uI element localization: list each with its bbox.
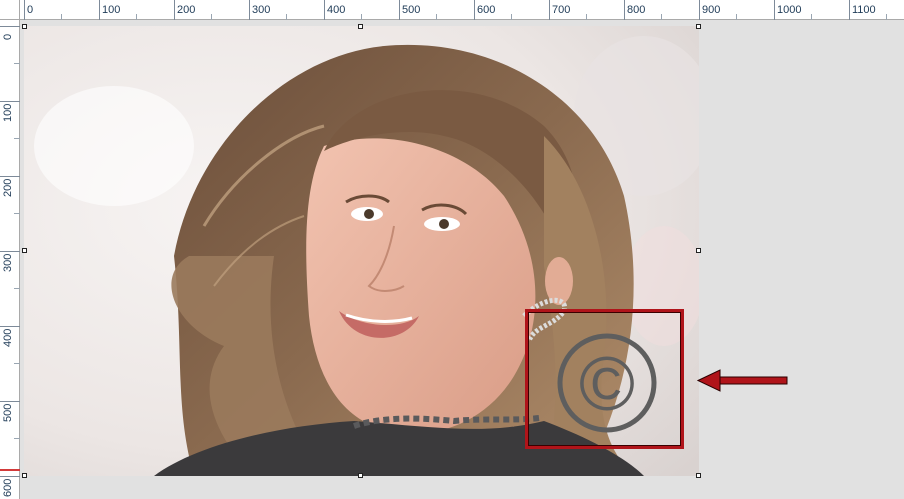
ruler-tick xyxy=(0,26,20,27)
ruler-tick xyxy=(736,14,737,20)
ruler-tick xyxy=(14,288,20,289)
ruler-position-marker xyxy=(0,469,20,471)
ruler-tick xyxy=(549,0,550,20)
ruler-tick xyxy=(14,438,20,439)
ruler-tick xyxy=(24,0,25,20)
vertical-ruler[interactable]: 0 100 200 300 400 500 600 xyxy=(0,0,20,499)
ruler-tick xyxy=(14,363,20,364)
ruler-tick xyxy=(249,0,250,20)
ruler-tick xyxy=(0,101,20,102)
ruler-tick xyxy=(661,14,662,20)
ruler-tick xyxy=(849,0,850,20)
horizontal-ruler[interactable]: 0 100 200 300 400 500 600 700 800 900 10… xyxy=(0,0,904,20)
ruler-label: 1000 xyxy=(777,4,802,16)
ruler-label: 800 xyxy=(627,4,646,16)
ruler-tick xyxy=(436,14,437,20)
ruler-tick xyxy=(136,14,137,20)
ruler-label: 1100 xyxy=(852,4,876,16)
ruler-label: 300 xyxy=(2,253,14,272)
resize-handle-bottom[interactable] xyxy=(358,473,363,478)
ruler-tick xyxy=(0,176,20,177)
left-arrow-icon xyxy=(696,368,790,394)
resize-handle-bottom-left[interactable] xyxy=(22,473,27,478)
ruler-label: 100 xyxy=(102,4,121,16)
ruler-label: 200 xyxy=(177,4,196,16)
ruler-tick xyxy=(14,213,20,214)
ruler-tick xyxy=(361,14,362,20)
ruler-tick xyxy=(286,14,287,20)
ruler-label: 500 xyxy=(2,403,14,422)
ruler-label: 300 xyxy=(252,4,271,16)
ruler-tick xyxy=(0,326,20,327)
ruler-tick xyxy=(174,0,175,20)
ruler-tick xyxy=(14,138,20,139)
ruler-label: 600 xyxy=(2,478,14,497)
ruler-tick xyxy=(61,14,62,20)
ruler-tick xyxy=(624,0,625,20)
ruler-label: 900 xyxy=(702,4,721,16)
resize-handle-left[interactable] xyxy=(22,248,27,253)
resize-handle-top-left[interactable] xyxy=(22,24,27,29)
ruler-tick xyxy=(774,0,775,20)
ruler-tick xyxy=(99,0,100,20)
ruler-label: 500 xyxy=(402,4,421,16)
resize-handle-bottom-right[interactable] xyxy=(696,473,701,478)
ruler-tick xyxy=(586,14,587,20)
ruler-label: 100 xyxy=(2,103,14,122)
resize-handle-top-right[interactable] xyxy=(696,24,701,29)
ruler-label: 600 xyxy=(477,4,496,16)
ruler-tick xyxy=(886,14,887,20)
resize-handle-right[interactable] xyxy=(696,248,701,253)
ruler-tick xyxy=(474,0,475,20)
ruler-tick xyxy=(399,0,400,20)
ruler-tick xyxy=(211,14,212,20)
ruler-tick xyxy=(811,14,812,20)
ruler-tick xyxy=(699,0,700,20)
ruler-label: 400 xyxy=(2,328,14,347)
ruler-tick xyxy=(511,14,512,20)
watermark-highlight-box xyxy=(525,309,684,449)
ruler-tick xyxy=(0,476,20,477)
ruler-label: 700 xyxy=(552,4,571,16)
ruler-label: 0 xyxy=(27,4,34,16)
ruler-label: 200 xyxy=(2,178,14,197)
resize-handle-top[interactable] xyxy=(358,24,363,29)
ruler-corner xyxy=(0,0,20,20)
ruler-label: 0 xyxy=(2,33,14,40)
ruler-tick xyxy=(14,63,20,64)
ruler-label: 400 xyxy=(327,4,346,16)
ruler-tick xyxy=(0,401,20,402)
ruler-tick xyxy=(0,251,20,252)
ruler-tick xyxy=(324,0,325,20)
